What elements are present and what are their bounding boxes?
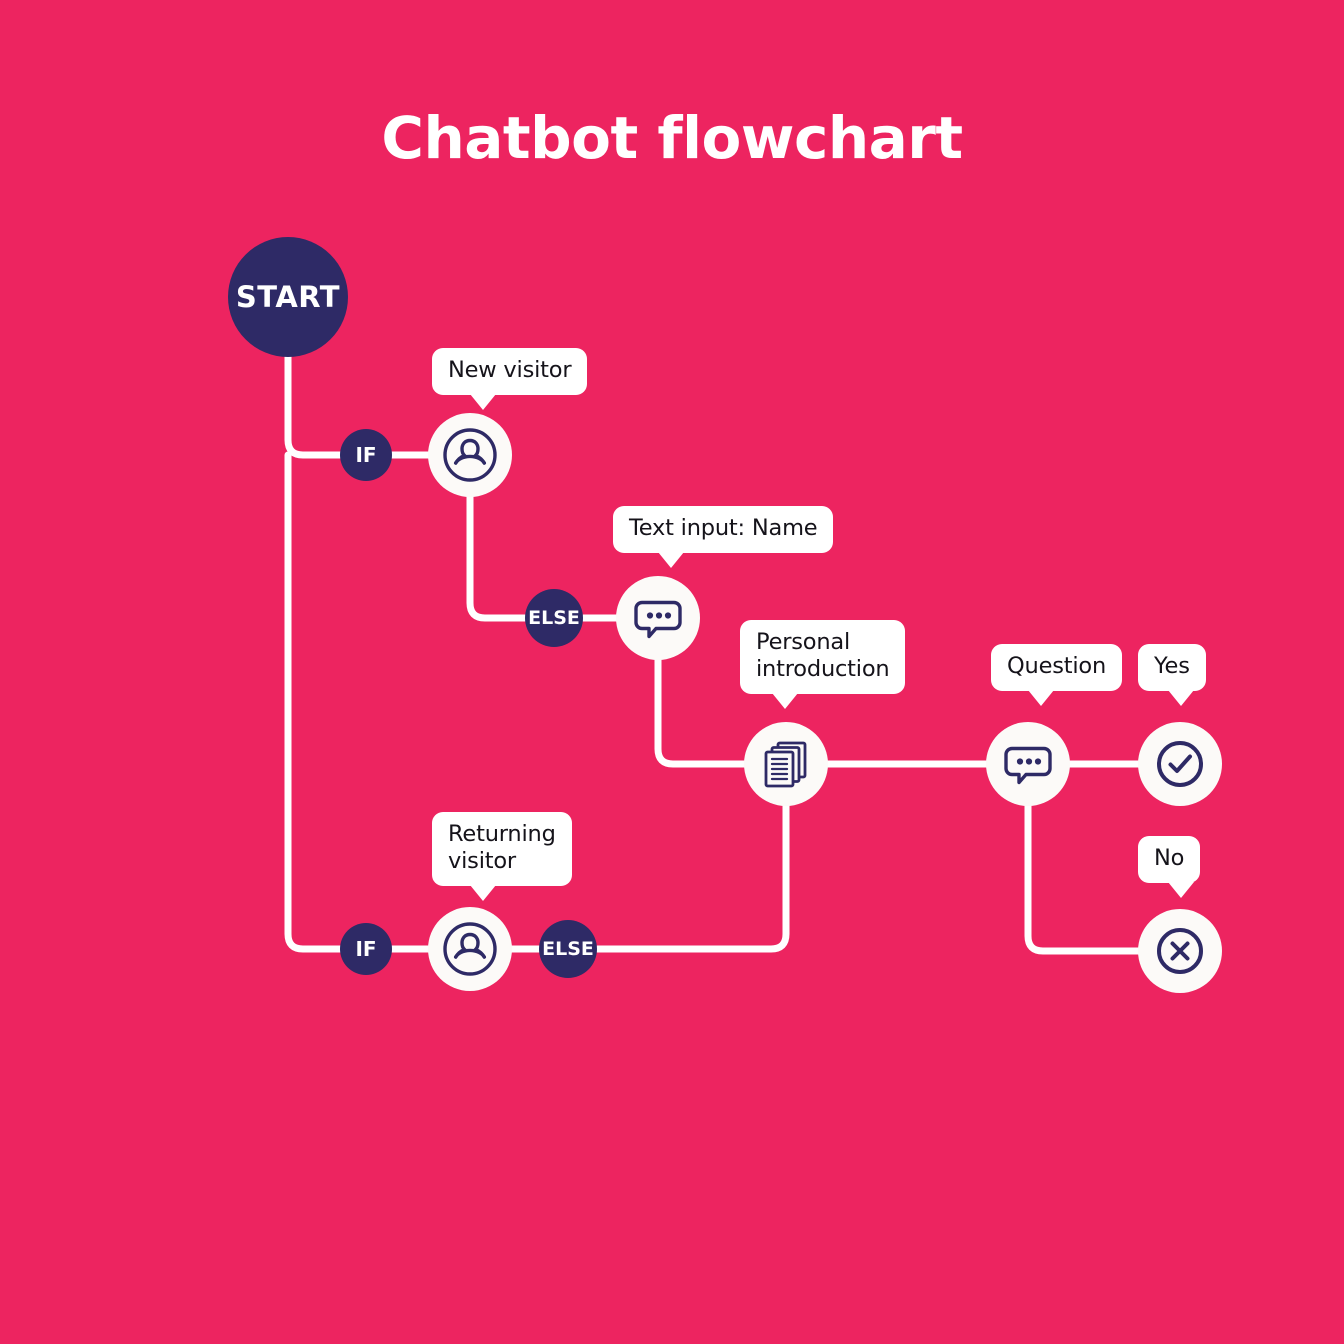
edge-start-to-if-bottom xyxy=(284,451,344,953)
node-no[interactable] xyxy=(1138,909,1222,993)
edge-new-visitor-to-else-top xyxy=(466,493,529,622)
node-if-bottom[interactable]: IF xyxy=(340,923,392,975)
chat-bubble-icon xyxy=(1000,736,1056,792)
tooltip-text-input-name: Text input: Name xyxy=(613,506,834,569)
node-if-top[interactable]: IF xyxy=(340,429,392,481)
avatar-icon xyxy=(441,920,499,978)
node-personal-introduction[interactable] xyxy=(744,722,828,806)
edge-text-input-to-personal-intro xyxy=(654,656,748,768)
node-if-bottom-label: IF xyxy=(355,937,377,961)
node-text-input-name[interactable] xyxy=(616,576,700,660)
node-start[interactable]: START xyxy=(228,237,348,357)
edge-else-bottom-to-personal-intro xyxy=(593,802,790,953)
edge-question-to-no xyxy=(1024,802,1142,955)
avatar-icon xyxy=(441,426,499,484)
tooltip-question: Question xyxy=(991,644,1123,707)
node-else-bottom-label: ELSE xyxy=(542,938,594,960)
node-else-bottom[interactable]: ELSE xyxy=(539,920,597,978)
node-if-top-label: IF xyxy=(355,443,377,467)
node-yes[interactable] xyxy=(1138,722,1222,806)
tooltip-personal-introduction: Personal introduction xyxy=(740,620,906,710)
node-returning-visitor[interactable] xyxy=(428,907,512,991)
node-question[interactable] xyxy=(986,722,1070,806)
node-start-label: START xyxy=(235,280,341,314)
flowchart-canvas: Chatbot flowchart START IF ELSE IF ELSE … xyxy=(0,0,1344,1344)
tooltip-no: No xyxy=(1138,836,1201,899)
edge-start-to-if-top xyxy=(284,353,344,459)
check-circle-icon xyxy=(1152,736,1208,792)
tooltip-yes: Yes xyxy=(1138,644,1206,707)
node-else-top[interactable]: ELSE xyxy=(525,589,583,647)
chat-bubble-icon xyxy=(630,590,686,646)
node-new-visitor[interactable] xyxy=(428,413,512,497)
x-circle-icon xyxy=(1152,923,1208,979)
node-else-top-label: ELSE xyxy=(528,607,580,629)
documents-icon xyxy=(759,737,813,791)
tooltip-new-visitor: New visitor xyxy=(432,348,588,411)
tooltip-returning-visitor: Returning visitor xyxy=(432,812,572,902)
